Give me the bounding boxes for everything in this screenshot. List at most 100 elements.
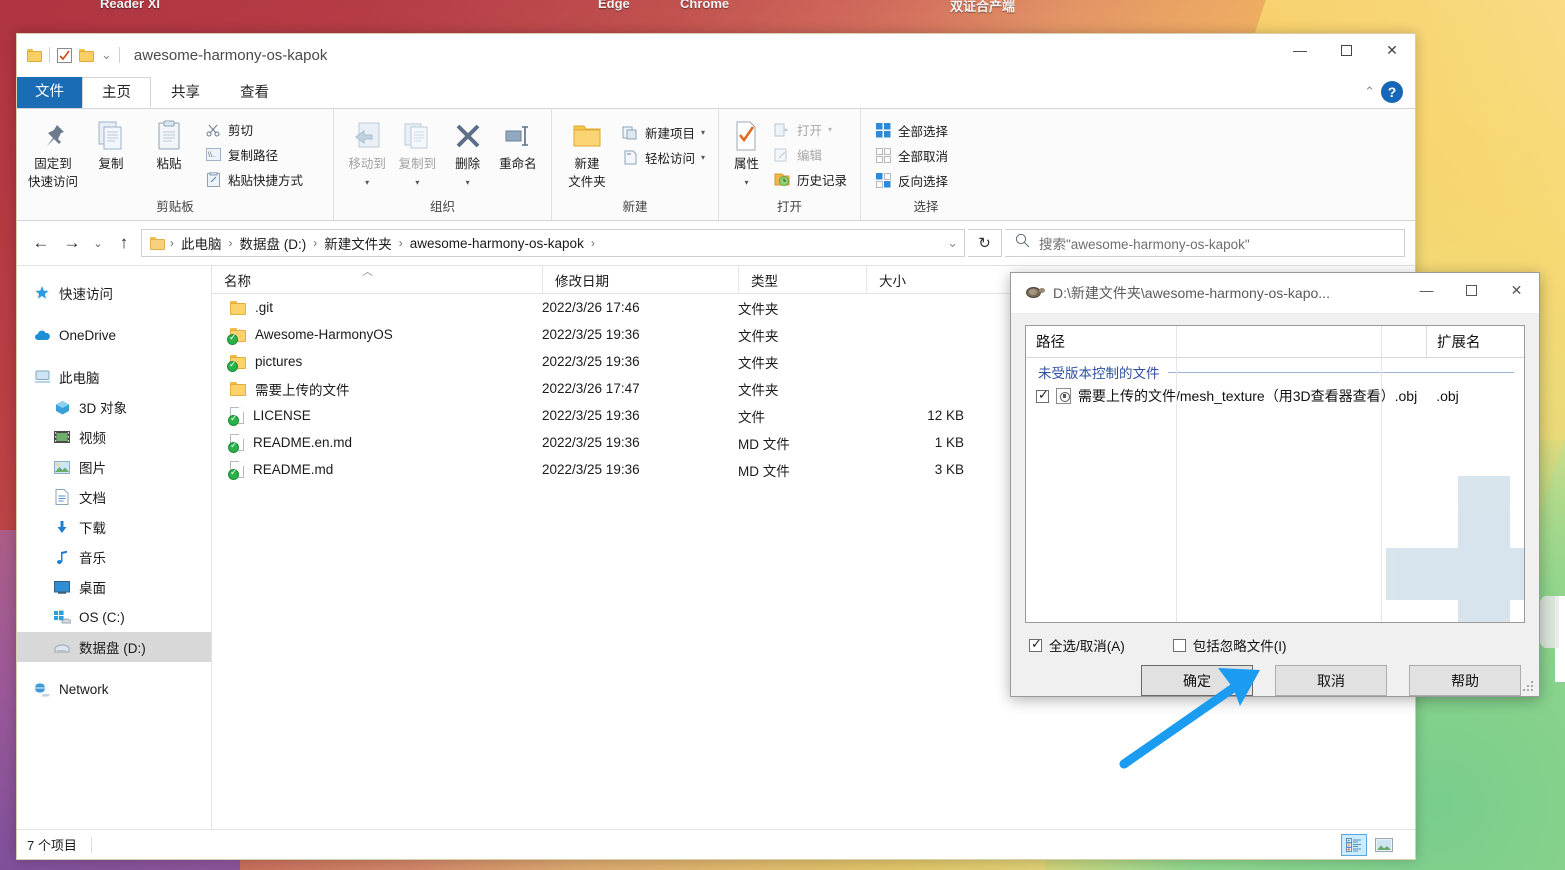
paste-button[interactable]: 粘贴 <box>141 114 197 176</box>
breadcrumb-item-2[interactable]: 新建文件夹 <box>320 232 396 254</box>
breadcrumb-item-3[interactable]: awesome-harmony-os-kapok <box>406 235 588 252</box>
tab-share[interactable]: 共享 <box>151 77 220 108</box>
pin-to-quick-access-button[interactable]: 固定到 快速访问 <box>25 114 81 194</box>
details-view-button[interactable] <box>1341 833 1367 856</box>
ok-button[interactable]: 确定 <box>1141 665 1253 696</box>
copy-to-caret-icon[interactable]: ▾ <box>415 175 419 190</box>
select-all-checkbox-box[interactable] <box>1029 636 1042 652</box>
minimize-button[interactable]: — <box>1277 34 1323 66</box>
strip-title-other[interactable]: 双证合产端 <box>950 0 1015 15</box>
file-name-cell[interactable]: README.en.md <box>212 434 542 453</box>
breadcrumb-sep-3[interactable]: › <box>398 236 404 250</box>
open-button[interactable]: 打开 ▾ <box>768 117 852 142</box>
resize-grip[interactable] <box>1523 681 1535 693</box>
easy-access-button[interactable]: 轻松访问 ▾ <box>616 145 710 170</box>
list-column-extension[interactable]: 扩展名 <box>1426 326 1524 357</box>
collapse-ribbon-icon[interactable]: ⌃ <box>1364 84 1375 100</box>
easy-access-caret-icon[interactable]: ▾ <box>701 153 705 162</box>
edit-button[interactable]: 编辑 <box>768 142 852 167</box>
thumbnails-view-button[interactable] <box>1371 834 1397 856</box>
properties-button[interactable]: 属性 ▾ <box>727 114 766 194</box>
invert-selection-button[interactable]: 反向选择 <box>869 168 953 193</box>
paste-shortcut-button[interactable]: 粘贴快捷方式 <box>199 167 308 192</box>
row-checkbox[interactable] <box>1036 387 1049 403</box>
copy-button[interactable]: 复制 <box>83 114 139 176</box>
move-to-caret-icon[interactable]: ▾ <box>365 175 369 190</box>
column-header-type[interactable]: 类型 <box>738 266 866 293</box>
refresh-button[interactable]: ↻ <box>968 229 1002 257</box>
file-list-box[interactable]: 路径 扩展名 未受版本控制的文件 需要上传的文件/mesh_texture（用3… <box>1025 325 1525 623</box>
file-name-cell[interactable]: Awesome-HarmonyOS <box>212 327 542 345</box>
include-ignored-checkbox-box[interactable] <box>1172 638 1186 652</box>
open-caret-icon[interactable]: ▾ <box>828 125 832 134</box>
sidebar-item-this-pc[interactable]: 此电脑 <box>17 362 211 392</box>
column-header-size[interactable]: 大小 <box>866 266 986 293</box>
column-header-name[interactable]: 名称 <box>212 266 542 293</box>
file-name-cell[interactable]: .git <box>212 300 542 315</box>
breadcrumb[interactable]: › 此电脑 › 数据盘 (D:) › 新建文件夹 › awesome-harmo… <box>141 229 965 257</box>
file-name-cell[interactable]: README.md <box>212 461 542 480</box>
back-button[interactable]: ← <box>27 229 55 257</box>
breadcrumb-item-0[interactable]: 此电脑 <box>177 232 226 254</box>
file-name-cell[interactable]: 需要上传的文件 <box>212 379 542 399</box>
maximize-button[interactable] <box>1323 34 1369 66</box>
breadcrumb-dropdown-icon[interactable]: ⌄ <box>947 235 958 251</box>
file-name-cell[interactable]: LICENSE <box>212 407 542 426</box>
up-button[interactable]: ↑ <box>110 229 138 257</box>
properties-checkbox-icon[interactable] <box>57 47 72 63</box>
select-all-button[interactable]: 全部选择 <box>869 118 953 143</box>
strip-title-reader[interactable]: Reader XI <box>100 0 160 11</box>
qat-dropdown-caret-icon[interactable]: ⌄ <box>101 47 112 63</box>
tab-home[interactable]: 主页 <box>82 77 151 108</box>
search-input[interactable]: 搜索"awesome-harmony-os-kapok" <box>1005 229 1405 257</box>
sidebar-item-music[interactable]: 音乐 <box>17 542 211 572</box>
dialog-maximize-button[interactable] <box>1449 273 1494 307</box>
cancel-button[interactable]: 取消 <box>1275 665 1387 696</box>
properties-caret-icon[interactable]: ▾ <box>744 175 748 190</box>
rename-button[interactable]: 重命名 <box>493 114 543 176</box>
dialog-close-button[interactable]: ✕ <box>1494 273 1539 307</box>
list-column-path[interactable]: 路径 <box>1026 326 1426 357</box>
select-none-button[interactable]: 全部取消 <box>869 143 953 168</box>
background-window-tab[interactable] <box>1537 596 1559 648</box>
move-to-button[interactable]: 移动到 ▾ <box>342 114 392 194</box>
sidebar-item-quick-access[interactable]: 快速访问 <box>17 278 211 308</box>
new-item-caret-icon[interactable]: ▾ <box>701 128 705 137</box>
sidebar-item-data-d[interactable]: 数据盘 (D:) <box>17 632 211 662</box>
strip-title-edge[interactable]: Edge <box>598 0 630 11</box>
sidebar-item-downloads[interactable]: 下载 <box>17 512 211 542</box>
sidebar-item-os-c[interactable]: OS (C:) <box>17 602 211 632</box>
strip-title-chrome[interactable]: Chrome <box>680 0 729 11</box>
new-item-button[interactable]: 新建项目 ▾ <box>616 120 710 145</box>
list-item[interactable]: 需要上传的文件/mesh_texture（用3D查看器查看）.obj .obj <box>1026 384 1524 408</box>
new-folder-icon[interactable] <box>79 48 94 62</box>
dialog-minimize-button[interactable]: — <box>1404 273 1449 307</box>
sidebar-item-3d-objects[interactable]: 3D 对象 <box>17 392 211 422</box>
sidebar-item-videos[interactable]: 视频 <box>17 422 211 452</box>
delete-caret-icon[interactable]: ▾ <box>466 175 470 190</box>
history-button[interactable]: 历史记录 <box>768 167 852 192</box>
breadcrumb-sep-2[interactable]: › <box>312 236 318 250</box>
sidebar-item-pictures[interactable]: 图片 <box>17 452 211 482</box>
folder-icon[interactable] <box>27 48 42 62</box>
select-all-checkbox[interactable]: 全选/取消(A) <box>1029 635 1125 655</box>
help-button[interactable]: 帮助 <box>1409 665 1521 696</box>
close-button[interactable]: ✕ <box>1369 34 1415 66</box>
delete-button[interactable]: 删除 ▾ <box>443 114 493 194</box>
sidebar-item-desktop[interactable]: 桌面 <box>17 572 211 602</box>
forward-button[interactable]: → <box>58 229 86 257</box>
breadcrumb-sep-4[interactable]: › <box>590 236 596 250</box>
sidebar-item-network[interactable]: Network <box>17 674 211 704</box>
file-name-cell[interactable]: pictures <box>212 354 542 372</box>
tab-view[interactable]: 查看 <box>220 77 289 108</box>
breadcrumb-sep-1[interactable]: › <box>228 236 234 250</box>
column-header-date[interactable]: 修改日期 <box>542 266 738 293</box>
recent-locations-button[interactable]: ⌄ <box>89 229 107 257</box>
sidebar-item-onedrive[interactable]: OneDrive <box>17 320 211 350</box>
copy-path-button[interactable]: \\.. 复制路径 <box>199 142 308 167</box>
tab-file[interactable]: 文件 <box>17 77 82 108</box>
copy-to-button[interactable]: 复制到 ▾ <box>392 114 442 194</box>
cut-button[interactable]: 剪切 <box>199 117 308 142</box>
sidebar-item-documents[interactable]: 文档 <box>17 482 211 512</box>
help-icon[interactable]: ? <box>1381 81 1403 103</box>
